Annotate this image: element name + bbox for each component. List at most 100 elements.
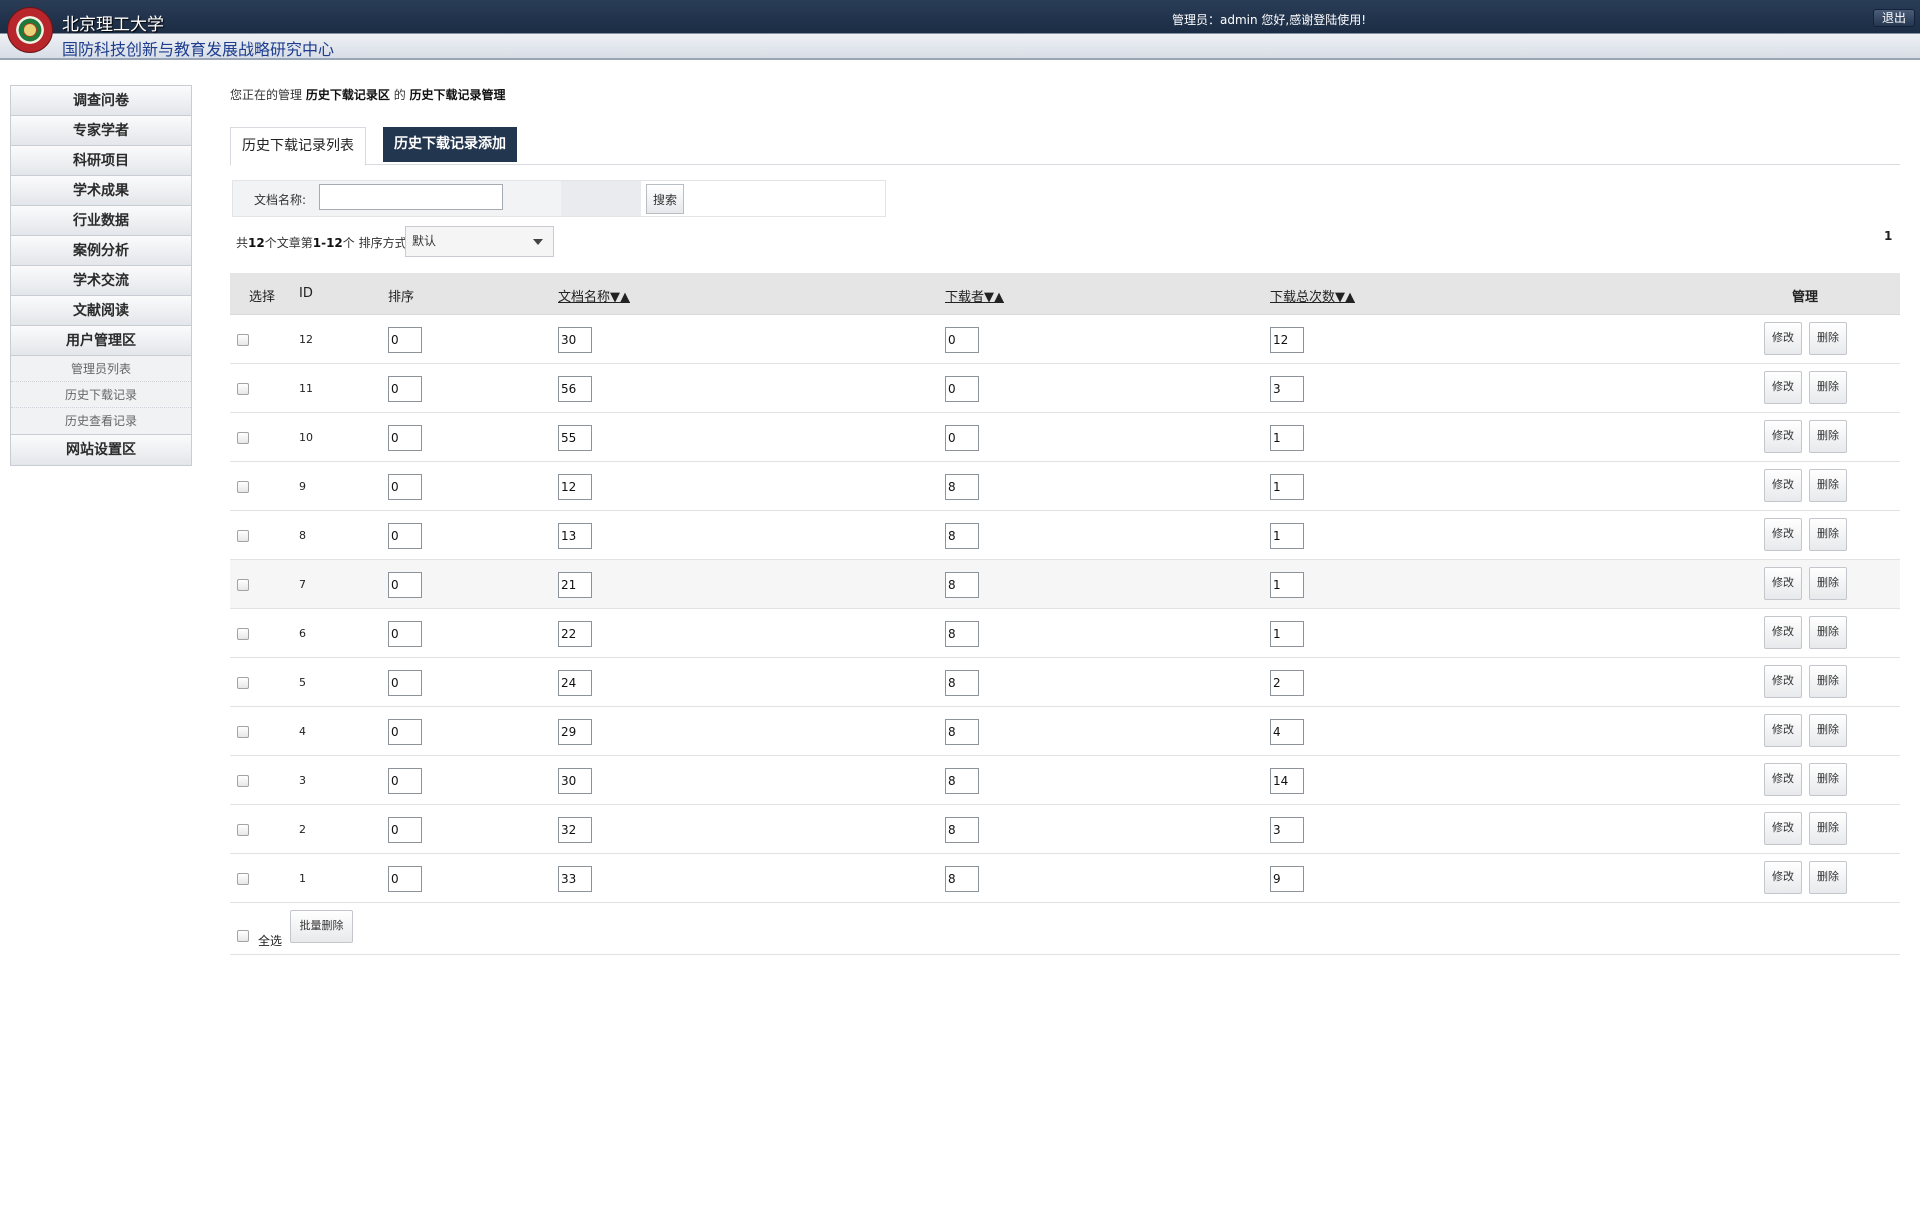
delete-button[interactable]: 删除 bbox=[1809, 763, 1847, 796]
downloader-input[interactable]: 0 bbox=[945, 425, 979, 451]
batch-delete-button[interactable]: 批量删除 bbox=[290, 910, 353, 943]
row-select-checkbox[interactable] bbox=[237, 775, 249, 787]
sidebar-item-academic-results[interactable]: 学术成果 bbox=[11, 176, 191, 206]
select-all-checkbox[interactable] bbox=[237, 930, 249, 942]
delete-button[interactable]: 删除 bbox=[1809, 518, 1847, 551]
doc-name-input[interactable]: 13 bbox=[558, 523, 592, 549]
sort-order-input[interactable]: 0 bbox=[388, 719, 422, 745]
doc-name-input[interactable]: 21 bbox=[558, 572, 592, 598]
doc-name-input[interactable]: 55 bbox=[558, 425, 592, 451]
download-count-input[interactable]: 1 bbox=[1270, 474, 1304, 500]
row-select-checkbox[interactable] bbox=[237, 481, 249, 493]
sort-order-input[interactable]: 0 bbox=[388, 768, 422, 794]
sidebar-item-user-management[interactable]: 用户管理区 bbox=[11, 326, 191, 356]
edit-button[interactable]: 修改 bbox=[1764, 371, 1802, 404]
row-select-checkbox[interactable] bbox=[237, 677, 249, 689]
search-button[interactable]: 搜索 bbox=[646, 184, 684, 214]
delete-button[interactable]: 删除 bbox=[1809, 665, 1847, 698]
downloader-input[interactable]: 8 bbox=[945, 523, 979, 549]
sidebar-item-research-projects[interactable]: 科研项目 bbox=[11, 146, 191, 176]
header-downloader-sort[interactable]: 下载者▼▲ bbox=[945, 286, 1004, 305]
doc-name-input[interactable]: 30 bbox=[558, 768, 592, 794]
download-count-input[interactable]: 9 bbox=[1270, 866, 1304, 892]
download-count-input[interactable]: 14 bbox=[1270, 768, 1304, 794]
delete-button[interactable]: 删除 bbox=[1809, 714, 1847, 747]
doc-name-input[interactable]: 24 bbox=[558, 670, 592, 696]
downloader-input[interactable]: 8 bbox=[945, 817, 979, 843]
doc-name-input[interactable]: 30 bbox=[558, 327, 592, 353]
edit-button[interactable]: 修改 bbox=[1764, 567, 1802, 600]
edit-button[interactable]: 修改 bbox=[1764, 322, 1802, 355]
doc-name-input[interactable]: 56 bbox=[558, 376, 592, 402]
sidebar-item-industry-data[interactable]: 行业数据 bbox=[11, 206, 191, 236]
header-download-count-sort[interactable]: 下载总次数▼▲ bbox=[1270, 286, 1355, 305]
delete-button[interactable]: 删除 bbox=[1809, 322, 1847, 355]
downloader-input[interactable]: 0 bbox=[945, 376, 979, 402]
logout-button[interactable]: 退出 bbox=[1873, 9, 1915, 27]
sort-order-input[interactable]: 0 bbox=[388, 817, 422, 843]
header-doc-name-sort[interactable]: 文档名称▼▲ bbox=[558, 286, 630, 305]
sidebar-subitem-download-history[interactable]: 历史下载记录 bbox=[11, 382, 191, 408]
sidebar-item-academic-exchange[interactable]: 学术交流 bbox=[11, 266, 191, 296]
downloader-input[interactable]: 0 bbox=[945, 327, 979, 353]
doc-name-input[interactable]: 22 bbox=[558, 621, 592, 647]
download-count-input[interactable]: 2 bbox=[1270, 670, 1304, 696]
sort-order-input[interactable]: 0 bbox=[388, 621, 422, 647]
sort-order-input[interactable]: 0 bbox=[388, 523, 422, 549]
edit-button[interactable]: 修改 bbox=[1764, 763, 1802, 796]
sort-order-input[interactable]: 0 bbox=[388, 425, 422, 451]
row-select-checkbox[interactable] bbox=[237, 824, 249, 836]
download-count-input[interactable]: 1 bbox=[1270, 523, 1304, 549]
edit-button[interactable]: 修改 bbox=[1764, 665, 1802, 698]
sort-order-input[interactable]: 0 bbox=[388, 866, 422, 892]
edit-button[interactable]: 修改 bbox=[1764, 616, 1802, 649]
row-select-checkbox[interactable] bbox=[237, 579, 249, 591]
downloader-input[interactable]: 8 bbox=[945, 866, 979, 892]
tab-download-add[interactable]: 历史下载记录添加 bbox=[383, 127, 517, 162]
doc-name-input[interactable]: 33 bbox=[558, 866, 592, 892]
sidebar-subitem-view-history[interactable]: 历史查看记录 bbox=[11, 408, 191, 434]
delete-button[interactable]: 删除 bbox=[1809, 812, 1847, 845]
download-count-input[interactable]: 3 bbox=[1270, 376, 1304, 402]
row-select-checkbox[interactable] bbox=[237, 628, 249, 640]
sort-order-select[interactable]: 默认 bbox=[405, 226, 554, 257]
edit-button[interactable]: 修改 bbox=[1764, 420, 1802, 453]
sort-order-input[interactable]: 0 bbox=[388, 327, 422, 353]
row-select-checkbox[interactable] bbox=[237, 873, 249, 885]
sidebar-subitem-admin-list[interactable]: 管理员列表 bbox=[11, 356, 191, 382]
sidebar-item-experts[interactable]: 专家学者 bbox=[11, 116, 191, 146]
row-select-checkbox[interactable] bbox=[237, 530, 249, 542]
downloader-input[interactable]: 8 bbox=[945, 768, 979, 794]
edit-button[interactable]: 修改 bbox=[1764, 714, 1802, 747]
download-count-input[interactable]: 12 bbox=[1270, 327, 1304, 353]
sidebar-item-literature[interactable]: 文献阅读 bbox=[11, 296, 191, 326]
edit-button[interactable]: 修改 bbox=[1764, 469, 1802, 502]
edit-button[interactable]: 修改 bbox=[1764, 812, 1802, 845]
row-select-checkbox[interactable] bbox=[237, 334, 249, 346]
delete-button[interactable]: 删除 bbox=[1809, 567, 1847, 600]
sort-order-input[interactable]: 0 bbox=[388, 474, 422, 500]
downloader-input[interactable]: 8 bbox=[945, 621, 979, 647]
delete-button[interactable]: 删除 bbox=[1809, 371, 1847, 404]
sort-order-input[interactable]: 0 bbox=[388, 376, 422, 402]
tab-download-list[interactable]: 历史下载记录列表 bbox=[230, 127, 366, 166]
download-count-input[interactable]: 4 bbox=[1270, 719, 1304, 745]
download-count-input[interactable]: 3 bbox=[1270, 817, 1304, 843]
row-select-checkbox[interactable] bbox=[237, 726, 249, 738]
doc-name-input[interactable]: 32 bbox=[558, 817, 592, 843]
row-select-checkbox[interactable] bbox=[237, 383, 249, 395]
downloader-input[interactable]: 8 bbox=[945, 572, 979, 598]
doc-name-input[interactable]: 12 bbox=[558, 474, 592, 500]
edit-button[interactable]: 修改 bbox=[1764, 861, 1802, 894]
doc-name-input[interactable]: 29 bbox=[558, 719, 592, 745]
delete-button[interactable]: 删除 bbox=[1809, 861, 1847, 894]
sort-order-input[interactable]: 0 bbox=[388, 572, 422, 598]
downloader-input[interactable]: 8 bbox=[945, 670, 979, 696]
doc-name-search-input[interactable] bbox=[319, 184, 503, 210]
edit-button[interactable]: 修改 bbox=[1764, 518, 1802, 551]
downloader-input[interactable]: 8 bbox=[945, 719, 979, 745]
sidebar-item-site-settings[interactable]: 网站设置区 bbox=[11, 435, 191, 465]
delete-button[interactable]: 删除 bbox=[1809, 469, 1847, 502]
delete-button[interactable]: 删除 bbox=[1809, 420, 1847, 453]
sort-order-input[interactable]: 0 bbox=[388, 670, 422, 696]
